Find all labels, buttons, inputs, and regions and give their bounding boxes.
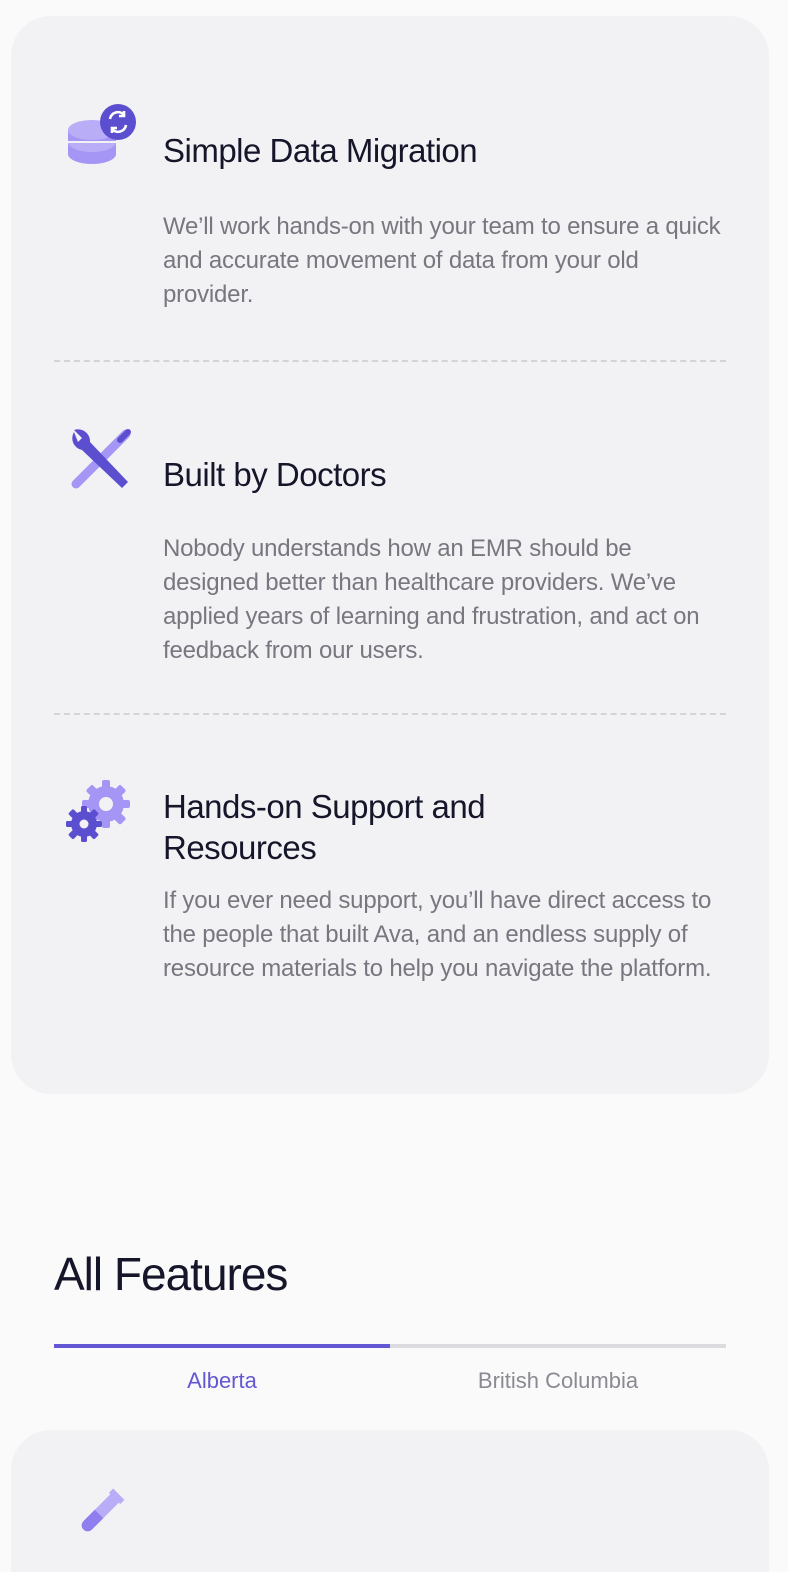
benefit-title: Built by Doctors [163, 456, 387, 493]
region-tabs: Alberta British Columbia [54, 1344, 726, 1404]
test-tube-icon [81, 1488, 125, 1532]
gears-icon [66, 780, 130, 842]
section-title: All Features [54, 1248, 288, 1300]
feature-card [11, 1430, 769, 1572]
benefits-card: Simple Data Migration We’ll work hands-o… [11, 16, 769, 1094]
benefit-description: We’ll work hands-on with your team to en… [163, 213, 721, 308]
benefit-description: Nobody understands how an EMR should be … [163, 535, 700, 664]
divider [54, 713, 726, 715]
benefit-description: If you ever need support, you’ll have di… [163, 887, 712, 982]
wrench-screwdriver-icon [71, 429, 131, 489]
benefit-title: Simple Data Migration [163, 132, 478, 169]
tab-alberta[interactable]: Alberta [54, 1366, 390, 1396]
database-sync-icon [68, 104, 136, 164]
page: Simple Data Migration We’ll work hands-o… [0, 0, 788, 1572]
divider [54, 360, 726, 362]
tab-indicator [54, 1344, 390, 1348]
benefit-title: Hands-on Support and Resources [163, 788, 486, 866]
tab-british-columbia[interactable]: British Columbia [390, 1366, 726, 1396]
